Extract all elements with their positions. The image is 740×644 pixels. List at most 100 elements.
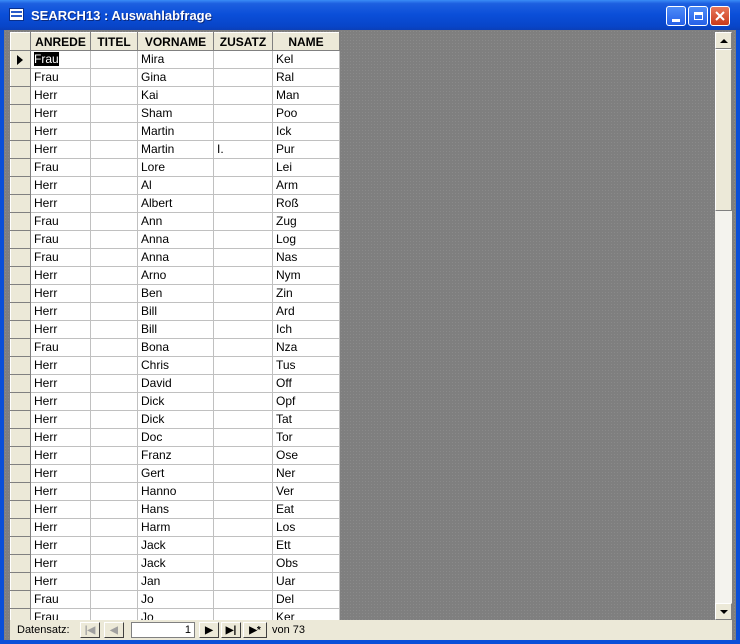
cell-anrede[interactable]: Herr [30, 356, 91, 375]
cell-titel[interactable] [90, 68, 138, 87]
current-record-input[interactable]: 1 [131, 622, 195, 638]
cell-zusatz[interactable] [213, 86, 273, 105]
table-row[interactable]: Herr Jack Obs [10, 554, 340, 573]
cell-anrede[interactable]: Herr [30, 410, 91, 429]
table-row[interactable]: Herr Kai Man [10, 86, 340, 105]
cell-titel[interactable] [90, 194, 138, 213]
cell-name[interactable]: Pur [272, 140, 340, 159]
cell-anrede[interactable]: Herr [30, 572, 91, 591]
record-selector[interactable] [10, 176, 31, 195]
record-selector[interactable] [10, 500, 31, 519]
table-row[interactable]: Herr David Off [10, 374, 340, 393]
table-row[interactable]: Herr Gert Ner [10, 464, 340, 483]
table-row[interactable]: Frau Jo Del [10, 590, 340, 609]
cell-vorname[interactable]: Gina [137, 68, 214, 87]
cell-name[interactable]: Lei [272, 158, 340, 177]
table-row[interactable]: Frau Bona Nza [10, 338, 340, 357]
cell-anrede[interactable]: Herr [30, 482, 91, 501]
cell-zusatz[interactable]: I. [213, 140, 273, 159]
cell-vorname[interactable]: Bona [137, 338, 214, 357]
cell-vorname[interactable]: Dick [137, 392, 214, 411]
vertical-scrollbar[interactable] [715, 32, 732, 620]
cell-vorname[interactable]: Jo [137, 590, 214, 609]
cell-zusatz[interactable] [213, 374, 273, 393]
cell-anrede[interactable]: Herr [30, 122, 91, 141]
cell-titel[interactable] [90, 572, 138, 591]
last-record-button[interactable]: ▶| [221, 622, 241, 638]
cell-titel[interactable] [90, 248, 138, 267]
cell-zusatz[interactable] [213, 464, 273, 483]
cell-vorname[interactable]: Hanno [137, 482, 214, 501]
cell-zusatz[interactable] [213, 248, 273, 267]
cell-zusatz[interactable] [213, 554, 273, 573]
cell-titel[interactable] [90, 104, 138, 123]
cell-anrede[interactable]: Herr [30, 446, 91, 465]
cell-zusatz[interactable] [213, 428, 273, 447]
cell-vorname[interactable]: Gert [137, 464, 214, 483]
cell-name[interactable]: Tat [272, 410, 340, 429]
cell-name[interactable]: Ral [272, 68, 340, 87]
maximize-button[interactable] [688, 6, 708, 26]
cell-vorname[interactable]: Jan [137, 572, 214, 591]
cell-titel[interactable] [90, 302, 138, 321]
cell-titel[interactable] [90, 140, 138, 159]
cell-vorname[interactable]: Hans [137, 500, 214, 519]
cell-titel[interactable] [90, 338, 138, 357]
cell-name[interactable]: Tor [272, 428, 340, 447]
cell-anrede[interactable]: Frau [30, 248, 91, 267]
cell-vorname[interactable]: Jack [137, 536, 214, 555]
cell-name[interactable]: Uar [272, 572, 340, 591]
table-row[interactable]: Herr Sham Poo [10, 104, 340, 123]
cell-zusatz[interactable] [213, 68, 273, 87]
new-record-button[interactable]: ▶* [243, 622, 267, 638]
record-selector[interactable] [10, 68, 31, 87]
cell-name[interactable]: Tus [272, 356, 340, 375]
record-selector[interactable] [10, 284, 31, 303]
record-selector[interactable] [10, 320, 31, 339]
cell-anrede[interactable]: Herr [30, 518, 91, 537]
cell-titel[interactable] [90, 320, 138, 339]
cell-vorname[interactable]: Arno [137, 266, 214, 285]
cell-vorname[interactable]: David [137, 374, 214, 393]
cell-zusatz[interactable] [213, 572, 273, 591]
cell-titel[interactable] [90, 536, 138, 555]
cell-anrede[interactable]: Herr [30, 374, 91, 393]
cell-anrede[interactable]: Herr [30, 392, 91, 411]
cell-anrede[interactable]: Herr [30, 428, 91, 447]
cell-zusatz[interactable] [213, 104, 273, 123]
cell-zusatz[interactable] [213, 230, 273, 249]
cell-name[interactable]: Ard [272, 302, 340, 321]
cell-vorname[interactable]: Dick [137, 410, 214, 429]
table-row[interactable]: Herr Dick Opf [10, 392, 340, 411]
record-selector[interactable] [10, 266, 31, 285]
cell-name[interactable]: Nza [272, 338, 340, 357]
record-selector[interactable] [10, 104, 31, 123]
cell-titel[interactable] [90, 284, 138, 303]
table-row[interactable]: Herr Bill Ich [10, 320, 340, 339]
table-row[interactable]: Herr Dick Tat [10, 410, 340, 429]
table-row[interactable]: Frau Anna Log [10, 230, 340, 249]
cell-zusatz[interactable] [213, 392, 273, 411]
table-row[interactable]: Herr Chris Tus [10, 356, 340, 375]
cell-vorname[interactable]: Lore [137, 158, 214, 177]
record-selector[interactable] [10, 158, 31, 177]
table-row[interactable]: Herr Bill Ard [10, 302, 340, 321]
table-row[interactable]: Herr Doc Tor [10, 428, 340, 447]
table-row[interactable]: Herr Jan Uar [10, 572, 340, 591]
cell-anrede[interactable]: Herr [30, 464, 91, 483]
cell-anrede[interactable]: Herr [30, 554, 91, 573]
cell-titel[interactable] [90, 518, 138, 537]
table-row[interactable]: Frau Gina Ral [10, 68, 340, 87]
cell-zusatz[interactable] [213, 320, 273, 339]
cell-vorname[interactable]: Mira [137, 50, 214, 69]
cell-name[interactable]: Opf [272, 392, 340, 411]
scroll-up-button[interactable] [715, 32, 732, 49]
cell-anrede[interactable]: Frau [30, 590, 91, 609]
record-selector[interactable] [10, 302, 31, 321]
scroll-thumb[interactable] [715, 49, 732, 211]
cell-anrede[interactable]: Frau [30, 338, 91, 357]
record-selector[interactable] [10, 86, 31, 105]
previous-record-button[interactable]: ◀ [104, 622, 124, 638]
cell-name[interactable]: Los [272, 518, 340, 537]
first-record-button[interactable]: |◀ [80, 622, 100, 638]
